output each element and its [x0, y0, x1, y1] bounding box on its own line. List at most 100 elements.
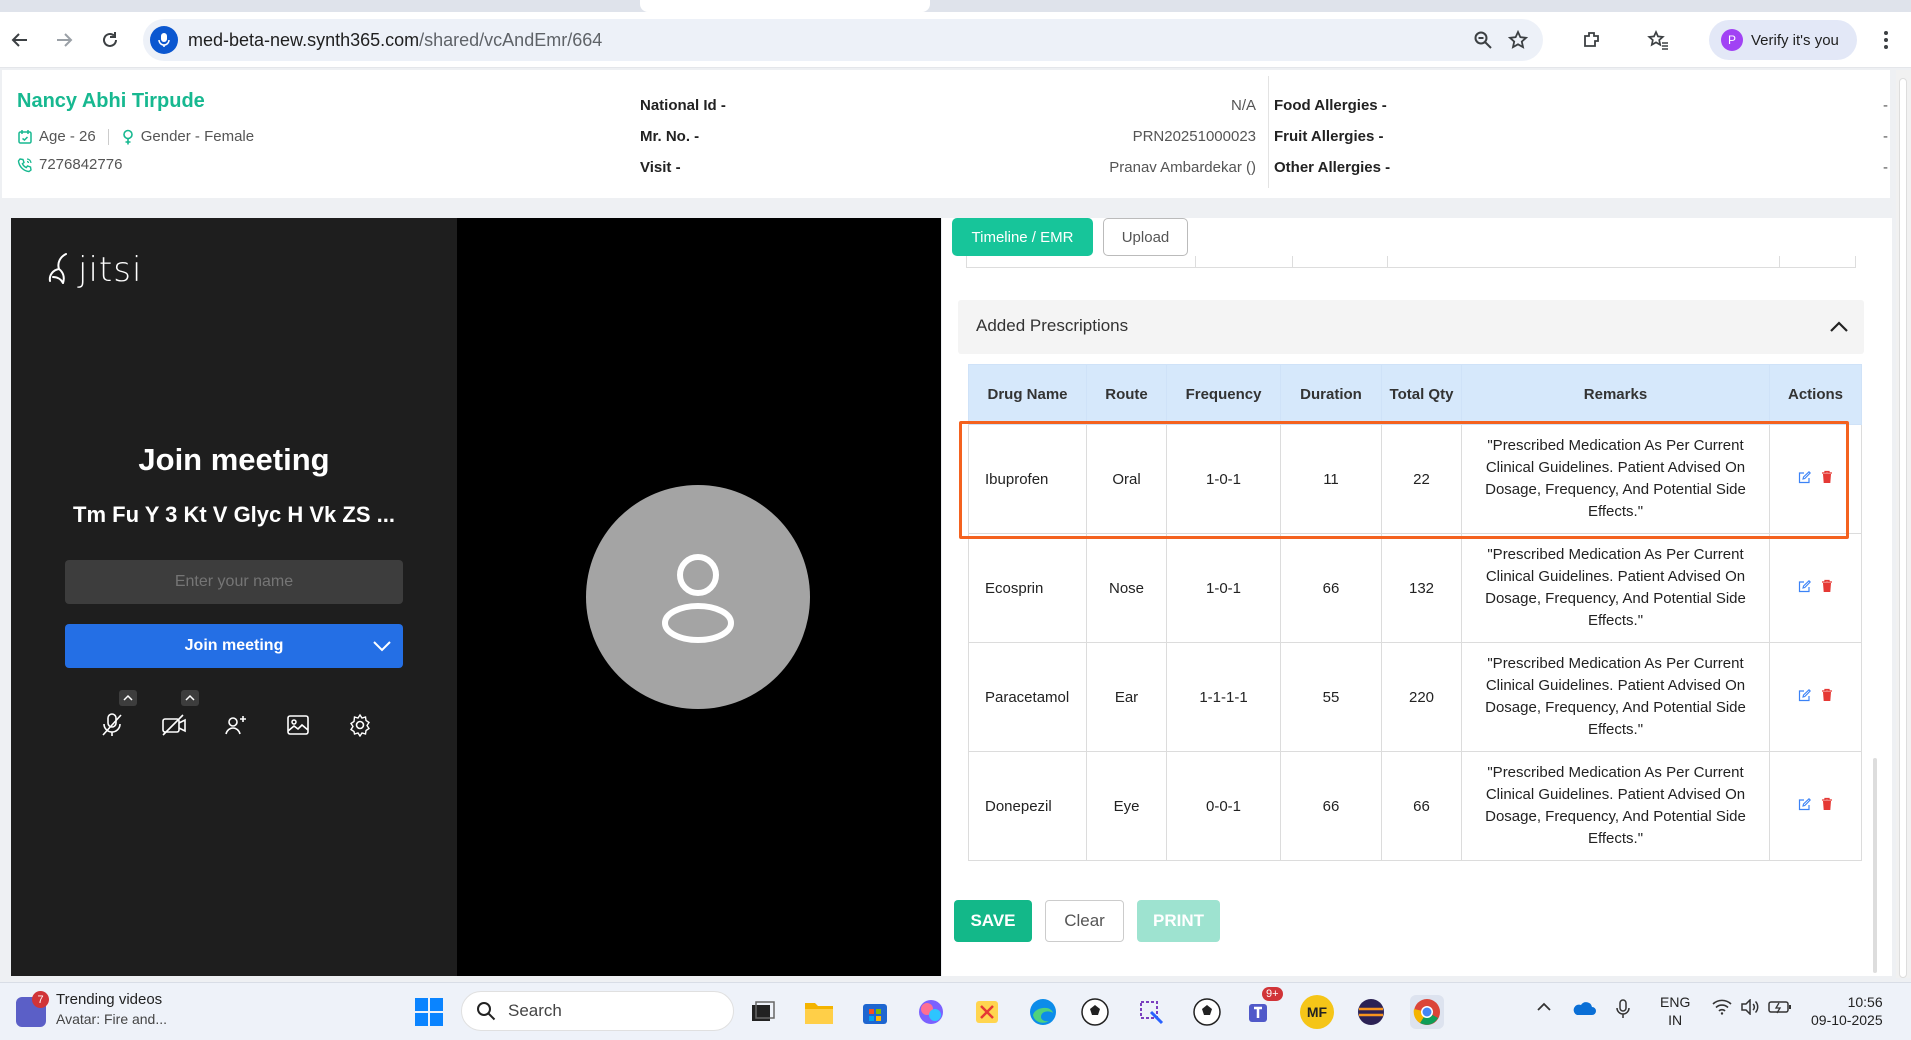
tab-timeline-emr[interactable]: Timeline / EMR: [952, 218, 1093, 256]
mic-icon[interactable]: [150, 26, 178, 54]
snipping-tool-icon[interactable]: [970, 995, 1004, 1029]
emr-panel: Timeline / EMR Upload Added Prescription…: [942, 218, 1892, 976]
menu-kebab-icon[interactable]: [1874, 28, 1898, 52]
settings-icon[interactable]: [343, 708, 377, 742]
phone-icon: [17, 157, 32, 172]
camera-off-icon[interactable]: [157, 708, 191, 742]
participant-avatar: [586, 485, 810, 709]
task-view-icon[interactable]: [746, 995, 780, 1029]
edit-icon[interactable]: [1798, 688, 1811, 702]
football-app-icon[interactable]: [1078, 995, 1112, 1029]
edit-icon[interactable]: [1798, 797, 1811, 811]
delete-icon[interactable]: [1821, 797, 1833, 811]
bookmarks-icon[interactable]: [1646, 28, 1670, 52]
browser-toolbar: med-beta-new.synth365.com/shared/vcAndEm…: [0, 12, 1911, 68]
invite-icon[interactable]: [219, 708, 253, 742]
fruit-allergies-value: -: [1883, 128, 1888, 145]
background-icon[interactable]: [281, 708, 315, 742]
patient-phone-row: 7276842776: [17, 156, 122, 173]
eclipse-icon[interactable]: [1354, 995, 1388, 1029]
delete-icon[interactable]: [1821, 688, 1833, 702]
header-divider: [1268, 76, 1269, 188]
file-explorer-icon[interactable]: [802, 995, 836, 1029]
delete-icon[interactable]: [1821, 579, 1833, 593]
cell-drug: Ecosprin: [968, 533, 1087, 643]
page-scrollbar[interactable]: [1896, 70, 1911, 978]
edge-icon[interactable]: [1026, 995, 1060, 1029]
battery-icon[interactable]: [1768, 999, 1792, 1018]
col-remarks: Remarks: [1461, 364, 1770, 425]
windows-start-icon[interactable]: [412, 995, 446, 1029]
forward-icon[interactable]: [52, 28, 76, 52]
clear-button[interactable]: Clear: [1045, 900, 1124, 942]
chrome-icon[interactable]: [1410, 995, 1444, 1029]
lang-line2: IN: [1668, 1012, 1683, 1028]
tools-icon[interactable]: [1134, 995, 1168, 1029]
widget-title: Trending videos: [56, 991, 163, 1008]
cell-route: Ear: [1086, 642, 1167, 752]
edit-icon[interactable]: [1798, 470, 1811, 484]
mf-app-icon[interactable]: MF: [1300, 995, 1334, 1029]
language-indicator[interactable]: ENG IN: [1660, 993, 1690, 1029]
col-total-qty: Total Qty: [1381, 364, 1462, 425]
football-app-icon-2[interactable]: [1190, 995, 1224, 1029]
added-prescriptions-header[interactable]: Added Prescriptions: [958, 300, 1864, 354]
prescriptions-table: Drug Name Route Frequency Duration Total…: [968, 364, 1862, 861]
mic-options-caret[interactable]: [119, 690, 137, 706]
save-button[interactable]: SAVE: [954, 900, 1032, 942]
clock-time: 10:56: [1847, 994, 1883, 1010]
microphone-icon[interactable]: [1616, 999, 1630, 1022]
cell-frequency: 1-1-1-1: [1166, 642, 1281, 752]
emr-scrollbar[interactable]: [1873, 758, 1877, 973]
jitsi-logo-text: jitsi: [78, 250, 143, 290]
cell-duration: 11: [1280, 424, 1382, 534]
chevron-down-icon[interactable]: [371, 636, 393, 656]
female-icon: [122, 129, 133, 144]
join-meeting-title: Join meeting: [138, 442, 330, 477]
cell-drug: Paracetamol: [968, 642, 1087, 752]
url-text[interactable]: med-beta-new.synth365.com/shared/vcAndEm…: [188, 30, 602, 51]
address-bar[interactable]: med-beta-new.synth365.com/shared/vcAndEm…: [143, 19, 1543, 61]
volume-icon[interactable]: [1740, 998, 1760, 1018]
camera-options-caret[interactable]: [181, 690, 199, 706]
clock[interactable]: 10:56 09-10-2025: [1811, 993, 1883, 1029]
teams-icon[interactable]: 9+: [1244, 987, 1283, 1029]
col-drug-name: Drug Name: [968, 364, 1087, 425]
display-name-input[interactable]: [65, 560, 403, 604]
user-icon: [662, 554, 734, 643]
tab-upload[interactable]: Upload: [1103, 218, 1188, 256]
search-icon: [477, 1002, 496, 1021]
widgets-button[interactable]: 7 Trending videos Avatar: Fire and...: [16, 991, 167, 1027]
print-button[interactable]: PRINT: [1137, 900, 1220, 942]
taskbar-search[interactable]: Search: [461, 991, 734, 1031]
back-icon[interactable]: [8, 28, 32, 52]
delete-icon[interactable]: [1821, 470, 1833, 484]
cell-remarks: "Prescribed Medication As Per Current Cl…: [1461, 533, 1770, 643]
chevron-up-icon[interactable]: [1828, 316, 1850, 338]
store-icon[interactable]: [858, 995, 892, 1029]
onedrive-icon[interactable]: [1572, 999, 1596, 1020]
bookmark-star-icon[interactable]: [1506, 28, 1530, 52]
zoom-icon[interactable]: [1471, 28, 1495, 52]
join-meeting-button[interactable]: Join meeting: [65, 624, 403, 668]
verify-profile-button[interactable]: P Verify it's you: [1709, 20, 1857, 60]
wifi-icon[interactable]: [1712, 999, 1732, 1018]
mic-off-icon[interactable]: [95, 708, 129, 742]
other-allergies-label: Other Allergies -: [1274, 159, 1391, 176]
page-scrollbar-thumb[interactable]: [1899, 78, 1907, 978]
visit-label: Visit -: [640, 159, 681, 176]
table-row: Ecosprin Nose 1-0-1 66 132 "Prescribed M…: [968, 533, 1862, 643]
edit-icon[interactable]: [1798, 579, 1811, 593]
jitsi-prejoin: jitsi Join meeting Tm Fu Y 3 Kt V Glyc H…: [11, 218, 457, 976]
widget-subtitle: Avatar: Fire and...: [56, 1011, 168, 1027]
jitsi-logo-icon: [48, 253, 67, 284]
national-id-value: N/A: [1230, 97, 1256, 114]
reload-icon[interactable]: [98, 28, 122, 52]
food-allergies-label: Food Allergies -: [1274, 97, 1387, 114]
extensions-icon[interactable]: [1580, 28, 1604, 52]
m365-icon[interactable]: [914, 995, 948, 1029]
patient-name: Nancy Abhi Tirpude: [17, 90, 205, 112]
room-name: Tm Fu Y 3 Kt V Glyc H Vk ZS ...: [73, 502, 395, 527]
active-tab[interactable]: [640, 0, 930, 12]
chevron-up-tray-icon[interactable]: [1536, 999, 1552, 1018]
